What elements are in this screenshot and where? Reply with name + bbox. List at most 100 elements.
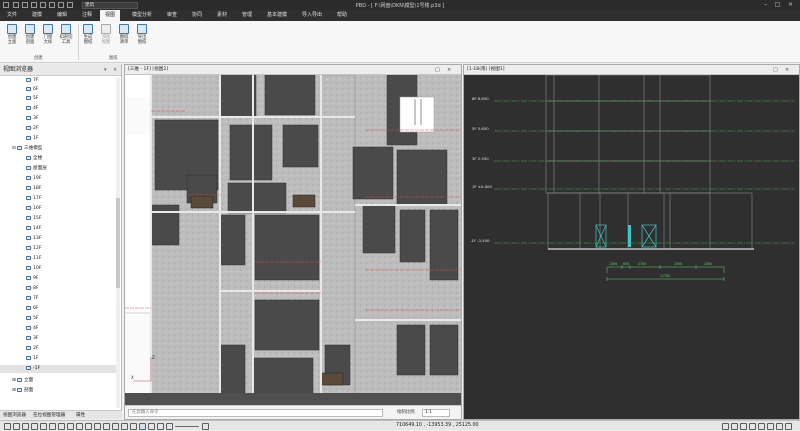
tree-item[interactable]: 7F [26, 77, 39, 85]
close-panel-icon[interactable]: × [113, 64, 117, 76]
scrollbar-thumb[interactable] [116, 198, 120, 288]
menu-collab[interactable]: 协同 [187, 10, 207, 21]
notification-icon[interactable] [785, 422, 792, 430]
zoom-slider[interactable] [175, 425, 199, 427]
command-input[interactable]: 在此输入命令 [128, 409, 383, 417]
cut-section-tool-button[interactable]: 扣剖切 工具 [57, 24, 75, 45]
filter-icon[interactable] [767, 422, 774, 430]
camera-icon[interactable] [130, 422, 137, 430]
pin-icon[interactable]: ▾ [104, 64, 107, 76]
grid-icon[interactable] [139, 422, 146, 430]
pan-icon[interactable] [13, 422, 20, 430]
close-view-icon[interactable]: × [447, 65, 451, 75]
maximize-view-icon[interactable]: □ [773, 65, 778, 75]
tab-properties[interactable]: 属性 [73, 411, 88, 420]
browser-scrollbar[interactable] [116, 78, 120, 408]
minimize-icon[interactable]: – [761, 1, 770, 9]
tree-item[interactable]: 7F [26, 295, 39, 303]
menu-file[interactable]: 文件 [2, 10, 22, 21]
tree-item[interactable]: 10F [26, 265, 42, 273]
snap-icon[interactable] [148, 422, 155, 430]
close-icon[interactable]: × [786, 1, 795, 9]
sun-icon[interactable] [94, 422, 101, 430]
shade-icon[interactable] [103, 422, 110, 430]
tree-item[interactable]: 5F [26, 95, 39, 103]
drawing-list-button[interactable]: 图纸 清单 [116, 24, 132, 45]
tree-item[interactable]: 2F [26, 345, 39, 353]
orbit-icon[interactable] [31, 422, 38, 430]
tree-item[interactable]: 1F [26, 355, 39, 363]
maximize-icon[interactable]: □ [773, 1, 782, 9]
tab-inplace-view-manager[interactable]: 在位视图管理器 [30, 411, 68, 420]
layer-icon[interactable] [722, 422, 729, 430]
tree-item[interactable]: 1F [26, 135, 39, 143]
plan-view-3d[interactable]: Z X [125, 75, 461, 405]
tree-item[interactable]: 5F [26, 315, 39, 323]
menu-edit[interactable]: 编辑 [52, 10, 72, 21]
create-section-button[interactable]: 创建 剖面 [22, 24, 38, 45]
view-mode-icon[interactable] [749, 422, 756, 430]
tree-item[interactable]: 13F [26, 235, 42, 243]
menu-annotate[interactable]: 注释 [77, 10, 97, 21]
tree-item[interactable]: 4F [26, 105, 39, 113]
tab-view-browser[interactable]: 视图浏览器 [0, 411, 29, 420]
tree-item[interactable]: 6F [26, 305, 39, 313]
elevation-drawing[interactable]: 6F 8.850 5F 5.650 3F 2.550 1F ±0.000 -1F… [464, 75, 799, 419]
menu-import-export[interactable]: 导入导出 [297, 10, 327, 21]
minus-icon[interactable] [166, 422, 173, 430]
tree-item[interactable]: 4F [26, 325, 39, 333]
create-elevation-button[interactable]: 创建 立面 [4, 24, 20, 45]
viewport-elevation[interactable]: [1-18(南) [视图1] □ × 6F 8.850 5F 5.650 3F … [463, 64, 800, 420]
tree-item[interactable]: 8F [26, 285, 39, 293]
home-icon[interactable] [22, 422, 29, 430]
door-window-detail-button[interactable]: 门窗 大样 [40, 24, 56, 45]
tree-item[interactable]: 11F [26, 255, 42, 263]
select-icon[interactable] [4, 422, 11, 430]
tree-item[interactable]: 12F [26, 245, 42, 253]
generate-drawing-button[interactable]: 生成 图纸 [80, 24, 96, 45]
tree-item[interactable]: 19F [26, 175, 42, 183]
tree-item[interactable]: 3F [26, 115, 39, 123]
viewport-3d[interactable]: [三维 - 1F] [视图2] □ × Z X 在此输入命令 绘制比例 1:1 [124, 64, 462, 420]
measure-icon[interactable] [758, 422, 765, 430]
tree-item-selected[interactable]: -1F [0, 365, 116, 373]
tree-item[interactable]: 18F [26, 185, 42, 193]
close-view-icon[interactable]: × [785, 65, 789, 75]
tree-item[interactable]: 2F [26, 125, 39, 133]
menu-manage[interactable]: 管理 [237, 10, 257, 21]
zoom-icon[interactable] [40, 422, 47, 430]
zoom-window-icon[interactable] [49, 422, 56, 430]
maximize-view-icon[interactable]: □ [435, 65, 440, 75]
menu-help[interactable]: 帮助 [332, 10, 352, 21]
box-view-icon[interactable] [85, 422, 92, 430]
menu-review[interactable]: 审查 [162, 10, 182, 21]
tree-group-elevation[interactable]: ⊞ 立面 [12, 377, 33, 385]
tree-item[interactable]: 17F [26, 195, 42, 203]
menu-model-analysis[interactable]: 模型分析 [127, 10, 157, 21]
tree-item[interactable]: 3F [26, 335, 39, 343]
tree-item[interactable]: 9F [26, 275, 39, 283]
sync-icon[interactable] [740, 422, 747, 430]
fit-icon[interactable] [67, 422, 74, 430]
tree-item[interactable]: 15F [26, 215, 42, 223]
tree-item[interactable]: 6F [26, 86, 39, 94]
tree-item[interactable]: 16F [26, 205, 42, 213]
tree-item[interactable]: 屋面层 [26, 165, 47, 173]
plus-icon[interactable] [202, 422, 209, 430]
render-icon[interactable] [121, 422, 128, 430]
cloud-icon[interactable] [776, 422, 783, 430]
tree-item[interactable]: 全楼 [26, 155, 42, 163]
scale-input[interactable]: 1:1 [422, 409, 450, 417]
tree-group-section[interactable]: ⊞ 剖面 [12, 387, 33, 395]
ortho-icon[interactable] [157, 422, 164, 430]
lock-icon[interactable] [731, 422, 738, 430]
menu-view[interactable]: 视图 [100, 10, 121, 21]
menu-basic-model[interactable]: 基本建模 [262, 10, 292, 21]
export-drawing-button[interactable]: 导出 图纸 [134, 24, 150, 45]
add-view-button[interactable]: 添加 视图 [98, 24, 114, 45]
menu-build[interactable]: 建模 [27, 10, 47, 21]
wire-icon[interactable] [112, 422, 119, 430]
tree-group-3d[interactable]: ⊟ 三维模型 [12, 145, 42, 153]
menu-assets[interactable]: 素材 [212, 10, 232, 21]
zoom-extent-icon[interactable] [58, 422, 65, 430]
